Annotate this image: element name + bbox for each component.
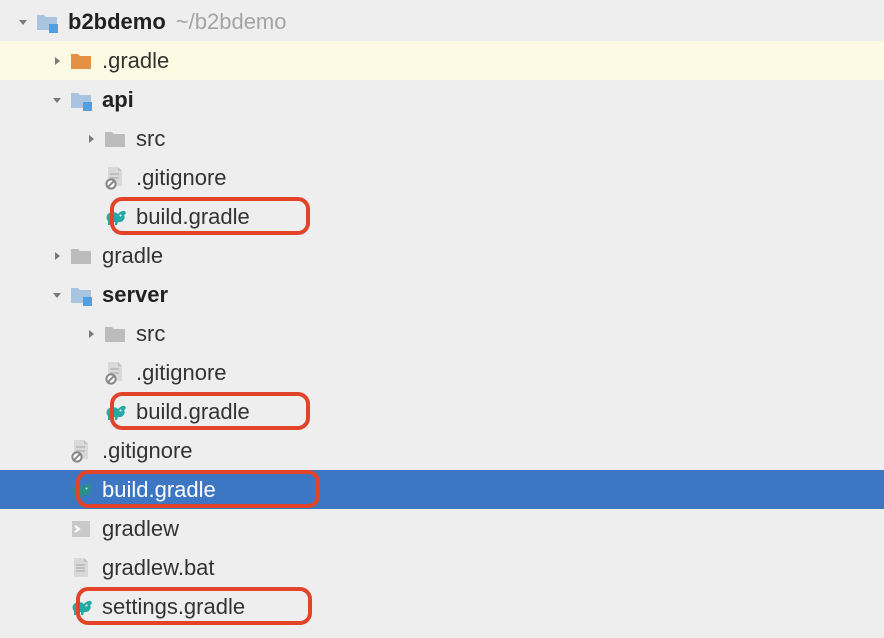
tree-row-root-build[interactable]: build.gradle	[0, 470, 884, 509]
tree-row-gradle-dir[interactable]: .gradle	[0, 41, 884, 80]
gradle-icon	[102, 401, 128, 423]
tree-row-server[interactable]: server	[0, 275, 884, 314]
chevron-down-icon[interactable]	[46, 94, 68, 106]
gradle-icon	[102, 206, 128, 228]
tree-row-server-build[interactable]: build.gradle	[0, 392, 884, 431]
project-tree[interactable]: b2bdemo ~/b2bdemo .gradle api src .gitig…	[0, 0, 884, 626]
node-label: src	[136, 126, 165, 152]
chevron-down-icon[interactable]	[46, 289, 68, 301]
folder-icon	[68, 245, 94, 267]
tree-row-api-src[interactable]: src	[0, 119, 884, 158]
node-label: src	[136, 321, 165, 347]
gradle-icon	[68, 479, 94, 501]
tree-row-root[interactable]: b2bdemo ~/b2bdemo	[0, 2, 884, 41]
chevron-right-icon[interactable]	[46, 55, 68, 67]
chevron-right-icon[interactable]	[80, 328, 102, 340]
tree-row-settings-gradle[interactable]: settings.gradle	[0, 587, 884, 626]
project-name: b2bdemo	[68, 9, 166, 35]
folder-icon	[68, 50, 94, 72]
node-label: .gitignore	[102, 438, 193, 464]
folder-icon	[102, 323, 128, 345]
chevron-down-icon[interactable]	[12, 16, 34, 28]
tree-row-gradlew[interactable]: gradlew	[0, 509, 884, 548]
node-label: .gitignore	[136, 165, 227, 191]
tree-row-root-gitignore[interactable]: .gitignore	[0, 431, 884, 470]
node-label: gradlew	[102, 516, 179, 542]
node-label: build.gradle	[102, 477, 216, 503]
node-label: build.gradle	[136, 399, 250, 425]
shell-icon	[68, 518, 94, 540]
tree-row-api-build[interactable]: build.gradle	[0, 197, 884, 236]
tree-row-server-gitignore[interactable]: .gitignore	[0, 353, 884, 392]
tree-row-gradlew-bat[interactable]: gradlew.bat	[0, 548, 884, 587]
tree-row-api[interactable]: api	[0, 80, 884, 119]
gitignore-icon	[102, 361, 128, 385]
chevron-right-icon[interactable]	[46, 250, 68, 262]
node-label: api	[102, 87, 134, 113]
gradle-icon	[68, 596, 94, 618]
node-label: build.gradle	[136, 204, 250, 230]
node-label: .gradle	[102, 48, 169, 74]
module-icon	[34, 11, 60, 33]
tree-row-api-gitignore[interactable]: .gitignore	[0, 158, 884, 197]
project-path: ~/b2bdemo	[176, 9, 287, 35]
node-label: server	[102, 282, 168, 308]
tree-row-server-src[interactable]: src	[0, 314, 884, 353]
text-file-icon	[68, 557, 94, 579]
tree-row-gradle-module[interactable]: gradle	[0, 236, 884, 275]
node-label: settings.gradle	[102, 594, 245, 620]
module-icon	[68, 284, 94, 306]
folder-icon	[102, 128, 128, 150]
gitignore-icon	[68, 439, 94, 463]
gitignore-icon	[102, 166, 128, 190]
chevron-right-icon[interactable]	[80, 133, 102, 145]
module-icon	[68, 89, 94, 111]
node-label: .gitignore	[136, 360, 227, 386]
node-label: gradlew.bat	[102, 555, 215, 581]
node-label: gradle	[102, 243, 163, 269]
